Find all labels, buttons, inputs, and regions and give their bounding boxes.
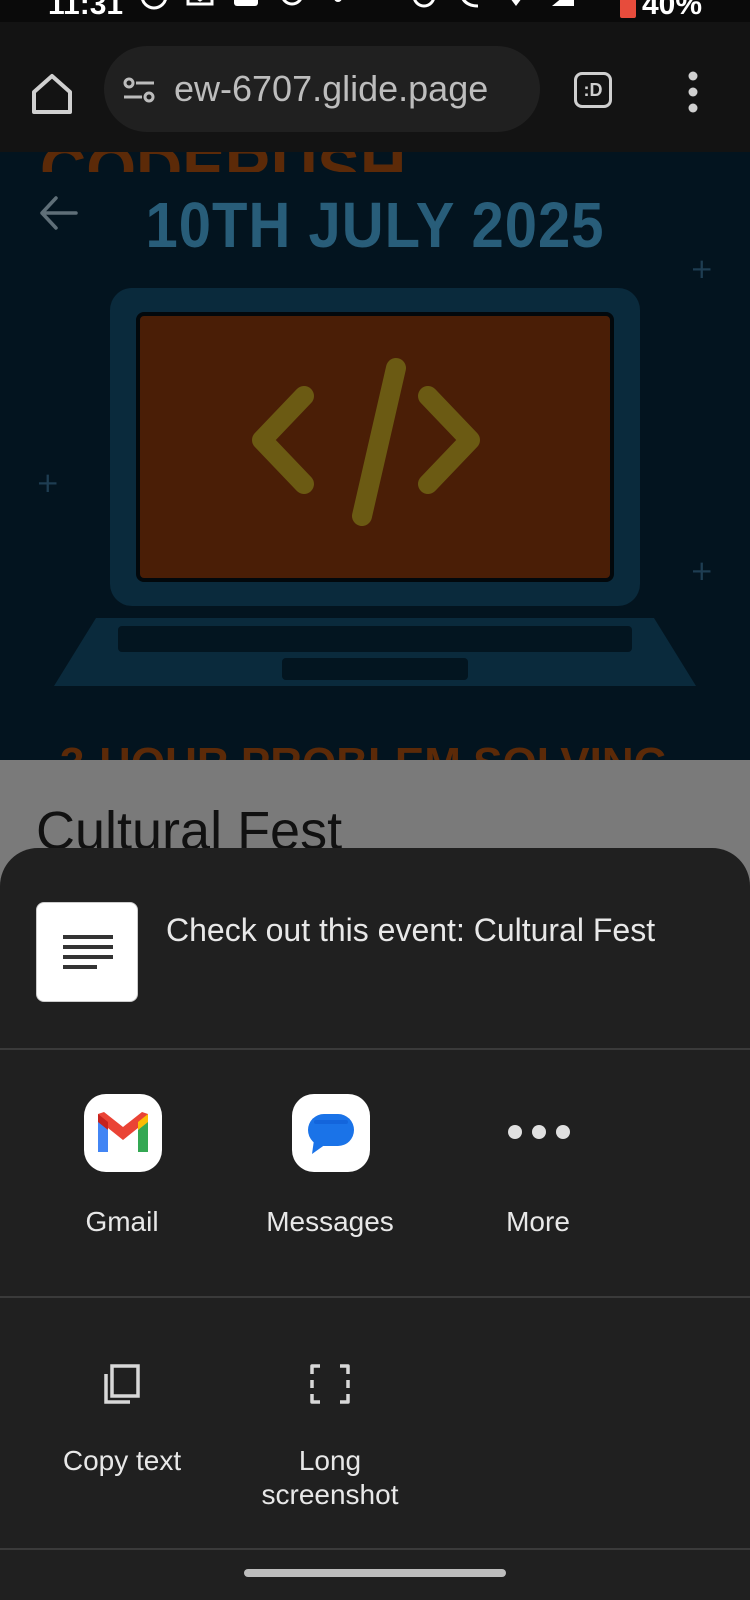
share-sheet: Check out this event: Cultural Fest Gmai… xyxy=(0,848,750,1600)
long-screenshot-icon[interactable] xyxy=(306,1360,354,1408)
status-bar: 11:31 40% xyxy=(0,0,750,22)
share-divider-top xyxy=(0,1048,750,1050)
share-divider-middle xyxy=(0,1296,750,1298)
share-target-gmail[interactable]: Gmail xyxy=(22,1094,222,1264)
site-settings-icon[interactable] xyxy=(122,76,156,104)
action-long-screenshot[interactable]: Long screenshot xyxy=(230,1360,430,1530)
more-label: More xyxy=(506,1206,570,1237)
share-preview-text: Check out this event: Cultural Fest xyxy=(166,912,656,948)
gesture-navigation-bar[interactable] xyxy=(244,1569,506,1577)
browser-toolbar: ew-6707.glide.page :D xyxy=(0,22,750,152)
laptop-illustration xyxy=(54,288,696,686)
messages-label: Messages xyxy=(266,1206,394,1237)
share-divider-bottom xyxy=(0,1548,750,1550)
banner-bottom-text: 3-HOUR PROBLEM SOLVING xyxy=(60,742,710,760)
status-time: 11:31 xyxy=(48,0,124,21)
battery-percent: 40% xyxy=(642,0,703,21)
system-icons xyxy=(410,0,576,12)
event-banner-image: CODERUSH 10TH JULY 2025 + + + xyxy=(0,152,750,760)
call-icon xyxy=(461,0,479,8)
signal-icon xyxy=(552,0,574,6)
overflow-menu-icon[interactable] xyxy=(686,70,700,114)
gmail-notification-icon xyxy=(186,0,214,6)
notification-icons xyxy=(140,0,352,12)
gmail-label: Gmail xyxy=(85,1206,159,1237)
share-target-messages[interactable]: Messages xyxy=(230,1094,430,1264)
wifi-icon xyxy=(511,0,521,6)
url-bar[interactable]: ew-6707.glide.page xyxy=(104,46,540,132)
messages-icon[interactable] xyxy=(292,1094,370,1172)
text-document-icon xyxy=(63,935,113,969)
copy-text-label: Copy text xyxy=(62,1445,182,1476)
tab-switcher-button[interactable]: :D xyxy=(574,72,612,108)
share-target-more[interactable]: More xyxy=(438,1094,638,1264)
battery-icon xyxy=(620,0,636,18)
alarm-icon xyxy=(413,0,435,8)
copy-icon[interactable] xyxy=(98,1360,146,1408)
battery-indicator: 40% xyxy=(620,0,702,22)
app-notification-icon xyxy=(234,0,258,6)
share-preview-thumbnail xyxy=(36,902,138,1002)
long-screenshot-label: Long screenshot xyxy=(261,1445,399,1510)
home-icon[interactable] xyxy=(28,70,76,118)
gmail-icon[interactable] xyxy=(84,1094,162,1172)
more-icon[interactable] xyxy=(500,1094,578,1172)
dot-icon xyxy=(334,0,342,2)
action-copy-text[interactable]: Copy text xyxy=(22,1360,222,1530)
url-text[interactable]: ew-6707.glide.page xyxy=(174,68,488,110)
whatsapp-icon xyxy=(141,0,167,10)
threads-icon xyxy=(282,0,302,6)
